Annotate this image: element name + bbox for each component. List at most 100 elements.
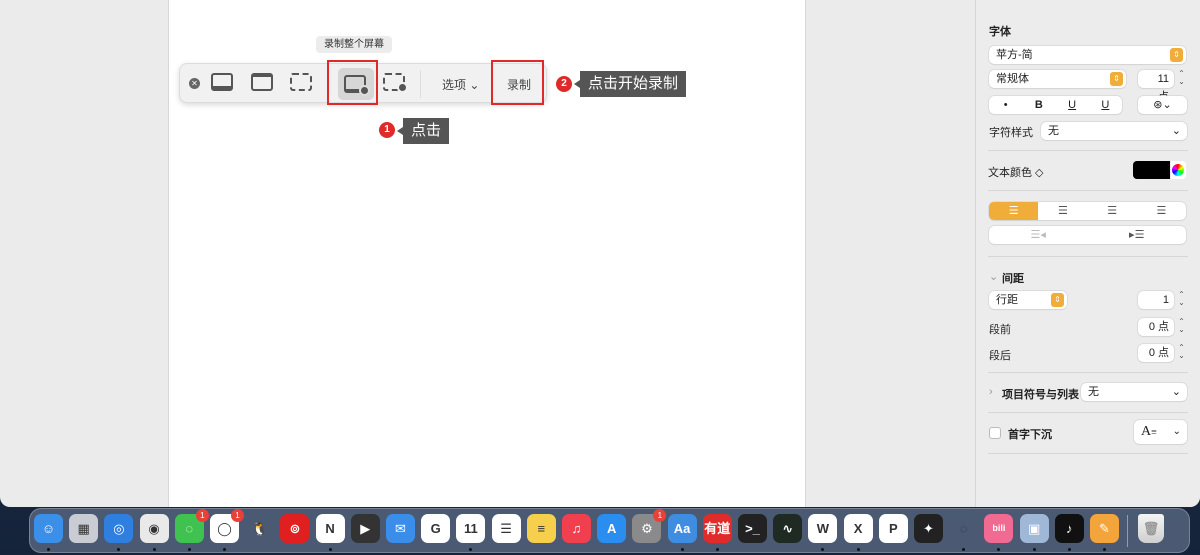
outdent-icon[interactable]: ☰◂	[989, 226, 1088, 244]
dock-word-icon[interactable]: W	[808, 514, 838, 551]
dock-notion-icon[interactable]: N	[315, 514, 345, 551]
spacing-chevron-icon[interactable]: ⌄	[989, 270, 998, 283]
close-icon[interactable]: ✕	[189, 78, 200, 89]
running-indicator	[962, 548, 966, 551]
dock-system-preferences-icon[interactable]: ⚙ 1	[632, 509, 667, 543]
dock-excel-icon[interactable]: X	[843, 514, 873, 551]
step-badge-1: 1	[379, 122, 395, 138]
dock-wps-icon[interactable]: G	[421, 514, 451, 543]
app-glyph: ▦	[77, 521, 90, 536]
strikethrough-button[interactable]: U	[1089, 96, 1122, 114]
dock-pages-icon[interactable]: ✎	[1090, 514, 1119, 551]
bold-button[interactable]: B	[1022, 96, 1055, 114]
justify-icon[interactable]: ☰	[1137, 202, 1186, 220]
app-glyph: ◌	[959, 521, 968, 536]
line-spacing-stepper[interactable]: ⌃ ⌄	[1176, 291, 1187, 307]
font-style-select[interactable]: 常规体 ⇕	[989, 70, 1126, 88]
dock-tiktok-icon[interactable]: ♪	[1054, 514, 1084, 551]
underline-button[interactable]: U	[1056, 96, 1089, 114]
pages-window: 录制整个屏幕 ✕ 选项 ⌄ 录制 1 点击 2 点击开始录制 字体 苹方-简 ⇕ …	[0, 0, 1200, 507]
dropcap-style-select[interactable]: A≡ ⌄	[1134, 420, 1187, 444]
dock-calendar-icon[interactable]: 11	[456, 514, 486, 551]
app-glyph: Aa	[673, 521, 691, 536]
running-indicator	[680, 548, 684, 551]
dock-netease-music-icon[interactable]: ⊚	[280, 514, 310, 543]
dock-qq-icon[interactable]: 🐧	[245, 514, 274, 543]
capture-window-icon[interactable]	[251, 73, 273, 91]
bullets-value: 无	[1088, 386, 1099, 398]
align-center-icon[interactable]: ☰	[1038, 202, 1087, 220]
options-label: 选项	[442, 78, 467, 92]
app-glyph: G	[430, 521, 441, 536]
dock-circle-app-icon[interactable]: ◌	[949, 514, 978, 551]
dock-dictionary-icon[interactable]: Aa	[667, 514, 697, 551]
dock-powerpoint-icon[interactable]: P	[878, 514, 908, 543]
select-arrows-icon: ⇕	[1110, 72, 1123, 86]
dock-separator	[1127, 515, 1128, 547]
line-spacing-label: 行距	[996, 294, 1018, 306]
before-field[interactable]: 0 点	[1138, 318, 1174, 336]
dock-chrome-icon[interactable]: ◉	[139, 514, 169, 551]
dock-app-store-icon[interactable]: A	[597, 514, 627, 543]
text-color-well[interactable]	[1133, 161, 1170, 179]
font-style-value: 常规体	[996, 73, 1029, 85]
dock-final-cut-icon[interactable]: ▶	[350, 514, 380, 543]
options-button[interactable]: 选项 ⌄	[442, 76, 479, 93]
spacing-heading: 间距	[1002, 273, 1024, 285]
dock-reminders-icon[interactable]: ☰	[491, 514, 521, 543]
app-glyph: N	[325, 521, 335, 536]
dock-notes-icon[interactable]: ≡	[526, 514, 556, 543]
font-size-field[interactable]: 11 点	[1138, 70, 1174, 103]
bullets-select[interactable]: 无 ⌄	[1081, 383, 1187, 401]
app-glyph: ✉	[395, 521, 406, 536]
running-indicator	[187, 548, 191, 551]
color-wheel-icon[interactable]	[1171, 161, 1186, 179]
alignment-buttons: ☰ ☰ ☰ ☰	[989, 202, 1186, 220]
app-glyph: 11	[464, 521, 478, 536]
dock-chat-icon[interactable]: ◯ 1	[210, 509, 244, 551]
dock-preview-icon[interactable]: ▣	[1019, 514, 1049, 551]
app-glyph: A	[606, 521, 617, 536]
dock-activity-monitor-icon[interactable]: ∿	[773, 514, 803, 543]
line-spacing-field[interactable]: 1	[1138, 291, 1174, 309]
capture-selection-icon[interactable]	[290, 73, 312, 91]
app-glyph: ◉	[148, 521, 160, 536]
dock-safari-icon[interactable]: ◎	[104, 514, 134, 551]
line-spacing-select[interactable]: 行距 ⇕	[989, 291, 1067, 309]
notification-badge: 1	[231, 509, 244, 522]
running-indicator	[152, 548, 156, 551]
app-glyph: ☰	[500, 521, 512, 536]
dock-mail-icon[interactable]: ✉	[386, 514, 415, 543]
indent-icon[interactable]: ▸☰	[1088, 226, 1187, 244]
text-format-buttons: • B U U	[989, 96, 1122, 114]
dock-finder-icon[interactable]: ☺	[34, 514, 63, 551]
align-left-icon[interactable]: ☰	[989, 202, 1039, 220]
char-style-label: 字符样式	[989, 127, 1033, 139]
dock-bilibili-icon[interactable]: bili	[984, 514, 1014, 551]
dock-figma-icon[interactable]: ✦	[914, 514, 943, 543]
char-style-select[interactable]: 无 ⌄	[1041, 122, 1187, 140]
after-field[interactable]: 0 点	[1138, 344, 1174, 362]
bullet-button[interactable]: •	[989, 96, 1022, 114]
app-glyph: ◌	[185, 521, 194, 536]
font-size-stepper[interactable]: ⌃ ⌄	[1176, 70, 1187, 86]
dropcap-checkbox[interactable]	[989, 427, 1001, 439]
after-stepper[interactable]: ⌃ ⌄	[1176, 344, 1187, 360]
dock-trash-icon[interactable]: 🗑	[1138, 514, 1164, 543]
running-indicator	[715, 548, 719, 551]
before-stepper[interactable]: ⌃ ⌄	[1176, 318, 1187, 334]
dock-music-icon[interactable]: ♫	[562, 514, 591, 543]
capture-screen-icon[interactable]	[211, 73, 233, 91]
align-right-icon[interactable]: ☰	[1088, 202, 1137, 220]
notification-badge: 1	[653, 509, 667, 522]
dock-youdao-icon[interactable]: 有道	[702, 514, 732, 551]
text-options-button[interactable]: ⊛⌄	[1138, 96, 1187, 114]
tooltip: 录制整个屏幕	[316, 36, 392, 53]
font-family-select[interactable]: 苹方-简 ⇕	[989, 46, 1186, 64]
app-glyph: bili	[992, 523, 1006, 533]
running-indicator	[1067, 548, 1071, 551]
dock-wechat-icon[interactable]: ◌ 1	[174, 509, 209, 551]
dock-terminal-icon[interactable]: >_	[738, 514, 767, 543]
bullets-chevron-icon[interactable]: ›	[989, 386, 993, 398]
dock-launchpad-icon[interactable]: ▦	[69, 514, 99, 543]
